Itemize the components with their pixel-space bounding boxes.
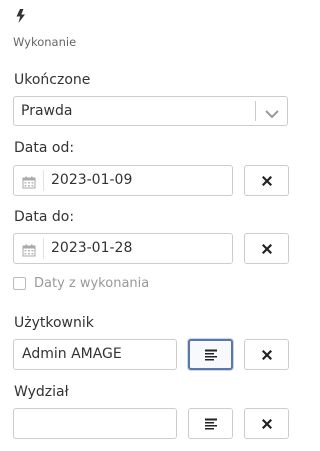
filter-panel: Wykonanie Ukończone Prawda Data od: 2023… [0, 0, 293, 451]
user-value: Admin AMAGE [22, 346, 122, 362]
clear-department-button[interactable] [244, 408, 289, 439]
clear-date-from-button[interactable] [244, 165, 289, 196]
date-to-input[interactable]: 2023-01-28 [13, 233, 233, 264]
bolt-icon [14, 8, 28, 24]
select-divider [255, 101, 256, 121]
input-separator [43, 238, 44, 259]
user-input[interactable]: Admin AMAGE [13, 339, 177, 370]
date-from-value: 2023-01-09 [51, 172, 133, 188]
date-from-input[interactable]: 2023-01-09 [13, 165, 233, 196]
completed-label: Ukończone [14, 72, 91, 88]
clear-user-button[interactable] [244, 339, 289, 370]
clear-date-to-button[interactable] [244, 233, 289, 264]
calendar-icon[interactable] [22, 174, 36, 189]
user-picker-button[interactable] [188, 339, 233, 370]
section-title: Wykonanie [13, 35, 77, 49]
execution-dates-label[interactable]: Daty z wykonania [34, 276, 149, 291]
date-from-label: Data od: [14, 140, 75, 156]
user-label: Użytkownik [14, 315, 94, 331]
input-separator [43, 170, 44, 191]
calendar-icon[interactable] [22, 242, 36, 257]
department-label: Wydział [14, 384, 69, 400]
execution-dates-checkbox[interactable] [13, 277, 26, 290]
chevron-down-icon[interactable] [264, 105, 280, 119]
department-input[interactable] [13, 408, 177, 439]
date-to-value: 2023-01-28 [51, 240, 133, 256]
completed-select[interactable]: Prawda [13, 96, 288, 126]
completed-select-value: Prawda [21, 103, 73, 119]
department-picker-button[interactable] [188, 408, 233, 439]
date-to-label: Data do: [14, 209, 75, 225]
